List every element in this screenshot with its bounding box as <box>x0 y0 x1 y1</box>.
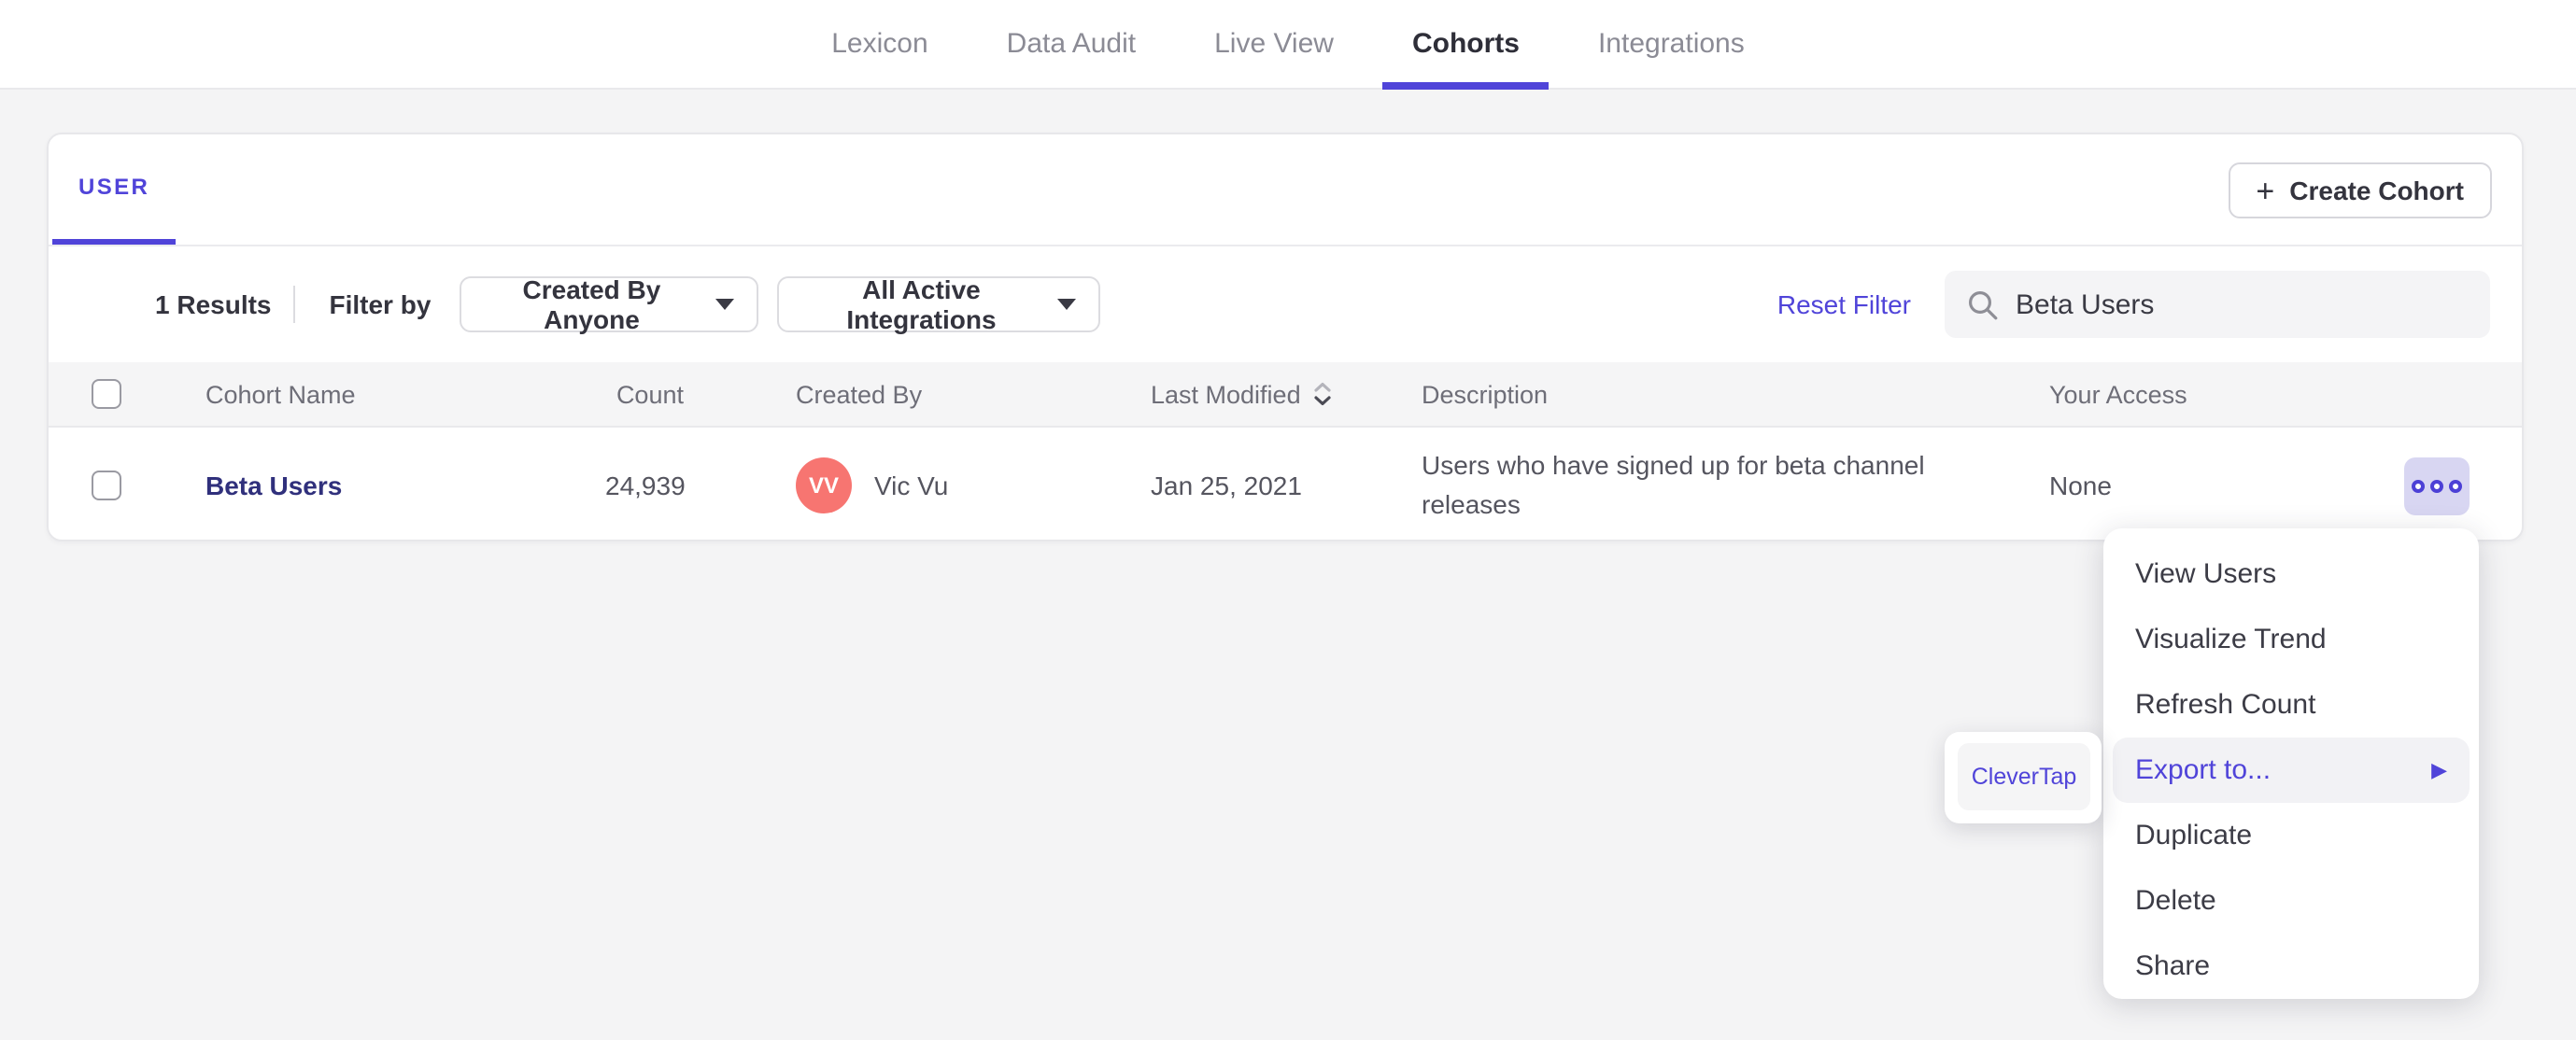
filter-bar: 1 Results Filter by Created By Anyone Al… <box>49 246 2522 362</box>
your-access-value: None <box>2049 471 2112 500</box>
search-input[interactable] <box>2016 288 2468 320</box>
table-header: Cohort Name Count Created By Last Modifi… <box>49 362 2522 428</box>
sort-icon[interactable] <box>1312 380 1335 406</box>
tab-user[interactable]: USER <box>52 134 177 245</box>
cohort-name-link[interactable]: Beta Users <box>205 471 342 500</box>
row-actions-button[interactable] <box>2404 457 2470 514</box>
header-count: Count <box>616 380 684 408</box>
menu-item-share[interactable]: Share <box>2103 934 2479 999</box>
cohorts-card: USER + Create Cohort 1 Results Filter by… <box>47 133 2524 541</box>
cohort-count: 24,939 <box>605 471 686 500</box>
create-cohort-button[interactable]: + Create Cohort <box>2228 162 2492 218</box>
plus-icon: + <box>2256 173 2275 208</box>
nav-tab-cohorts[interactable]: Cohorts <box>1381 0 1550 90</box>
caret-down-icon <box>1056 299 1076 310</box>
header-last-modified[interactable]: Last Modified <box>1151 380 1422 408</box>
avatar: VV <box>796 457 852 513</box>
filter-by-label: Filter by <box>329 289 432 319</box>
search-icon <box>1969 290 1998 319</box>
menu-item-visualize-trend[interactable]: Visualize Trend <box>2103 607 2479 672</box>
ellipsis-icon <box>2412 479 2425 492</box>
nav-tab-data-audit[interactable]: Data Audit <box>977 0 1166 88</box>
menu-item-export-to[interactable]: Export to... ▶ <box>2113 738 2470 803</box>
submenu-item-clevertap[interactable]: CleverTap <box>1958 743 2090 810</box>
menu-item-view-users[interactable]: View Users <box>2103 541 2479 607</box>
nav-tabs: Lexicon Data Audit Live View Cohorts Int… <box>801 0 1775 90</box>
create-cohort-label: Create Cohort <box>2289 176 2464 205</box>
caret-down-icon <box>715 299 734 310</box>
header-created-by: Created By <box>796 380 923 408</box>
menu-item-delete[interactable]: Delete <box>2103 868 2479 934</box>
nav-tab-lexicon[interactable]: Lexicon <box>801 0 957 88</box>
created-by-name: Vic Vu <box>874 471 949 500</box>
nav-tab-live-view[interactable]: Live View <box>1184 0 1364 88</box>
menu-item-refresh-count[interactable]: Refresh Count <box>2103 672 2479 738</box>
export-submenu: CleverTap <box>1945 732 2102 823</box>
card-tabs-row: USER + Create Cohort <box>49 134 2522 246</box>
divider <box>293 286 296 323</box>
menu-item-duplicate[interactable]: Duplicate <box>2103 803 2479 868</box>
cohorts-page: Lexicon Data Audit Live View Cohorts Int… <box>0 0 2576 1040</box>
created-by-dropdown[interactable]: Created By Anyone <box>459 274 758 334</box>
header-description: Description <box>1422 380 1549 408</box>
last-modified-date: Jan 25, 2021 <box>1151 471 1302 500</box>
results-count: 1 Results <box>155 289 272 319</box>
cohort-description: Users who have signed up for beta channe… <box>1422 450 1925 519</box>
header-your-access: Your Access <box>2049 380 2187 408</box>
integrations-value: All Active Integrations <box>846 274 997 334</box>
reset-filter-link[interactable]: Reset Filter <box>1777 289 1911 319</box>
nav-tab-integrations[interactable]: Integrations <box>1568 0 1775 88</box>
search-box[interactable] <box>1945 271 2490 338</box>
submenu-arrow-icon: ▶ <box>2431 760 2447 782</box>
top-nav: Lexicon Data Audit Live View Cohorts Int… <box>0 0 2576 90</box>
table-row: Beta Users 24,939 VV Vic Vu Jan 25, 2021… <box>49 428 2522 543</box>
select-all-checkbox[interactable] <box>92 379 121 409</box>
integrations-dropdown[interactable]: All Active Integrations <box>776 274 1100 334</box>
created-by-value: Created By Anyone <box>522 274 661 334</box>
header-cohort-name: Cohort Name <box>205 380 356 408</box>
row-checkbox[interactable] <box>92 471 121 500</box>
row-actions-menu: View Users Visualize Trend Refresh Count… <box>2103 528 2479 999</box>
